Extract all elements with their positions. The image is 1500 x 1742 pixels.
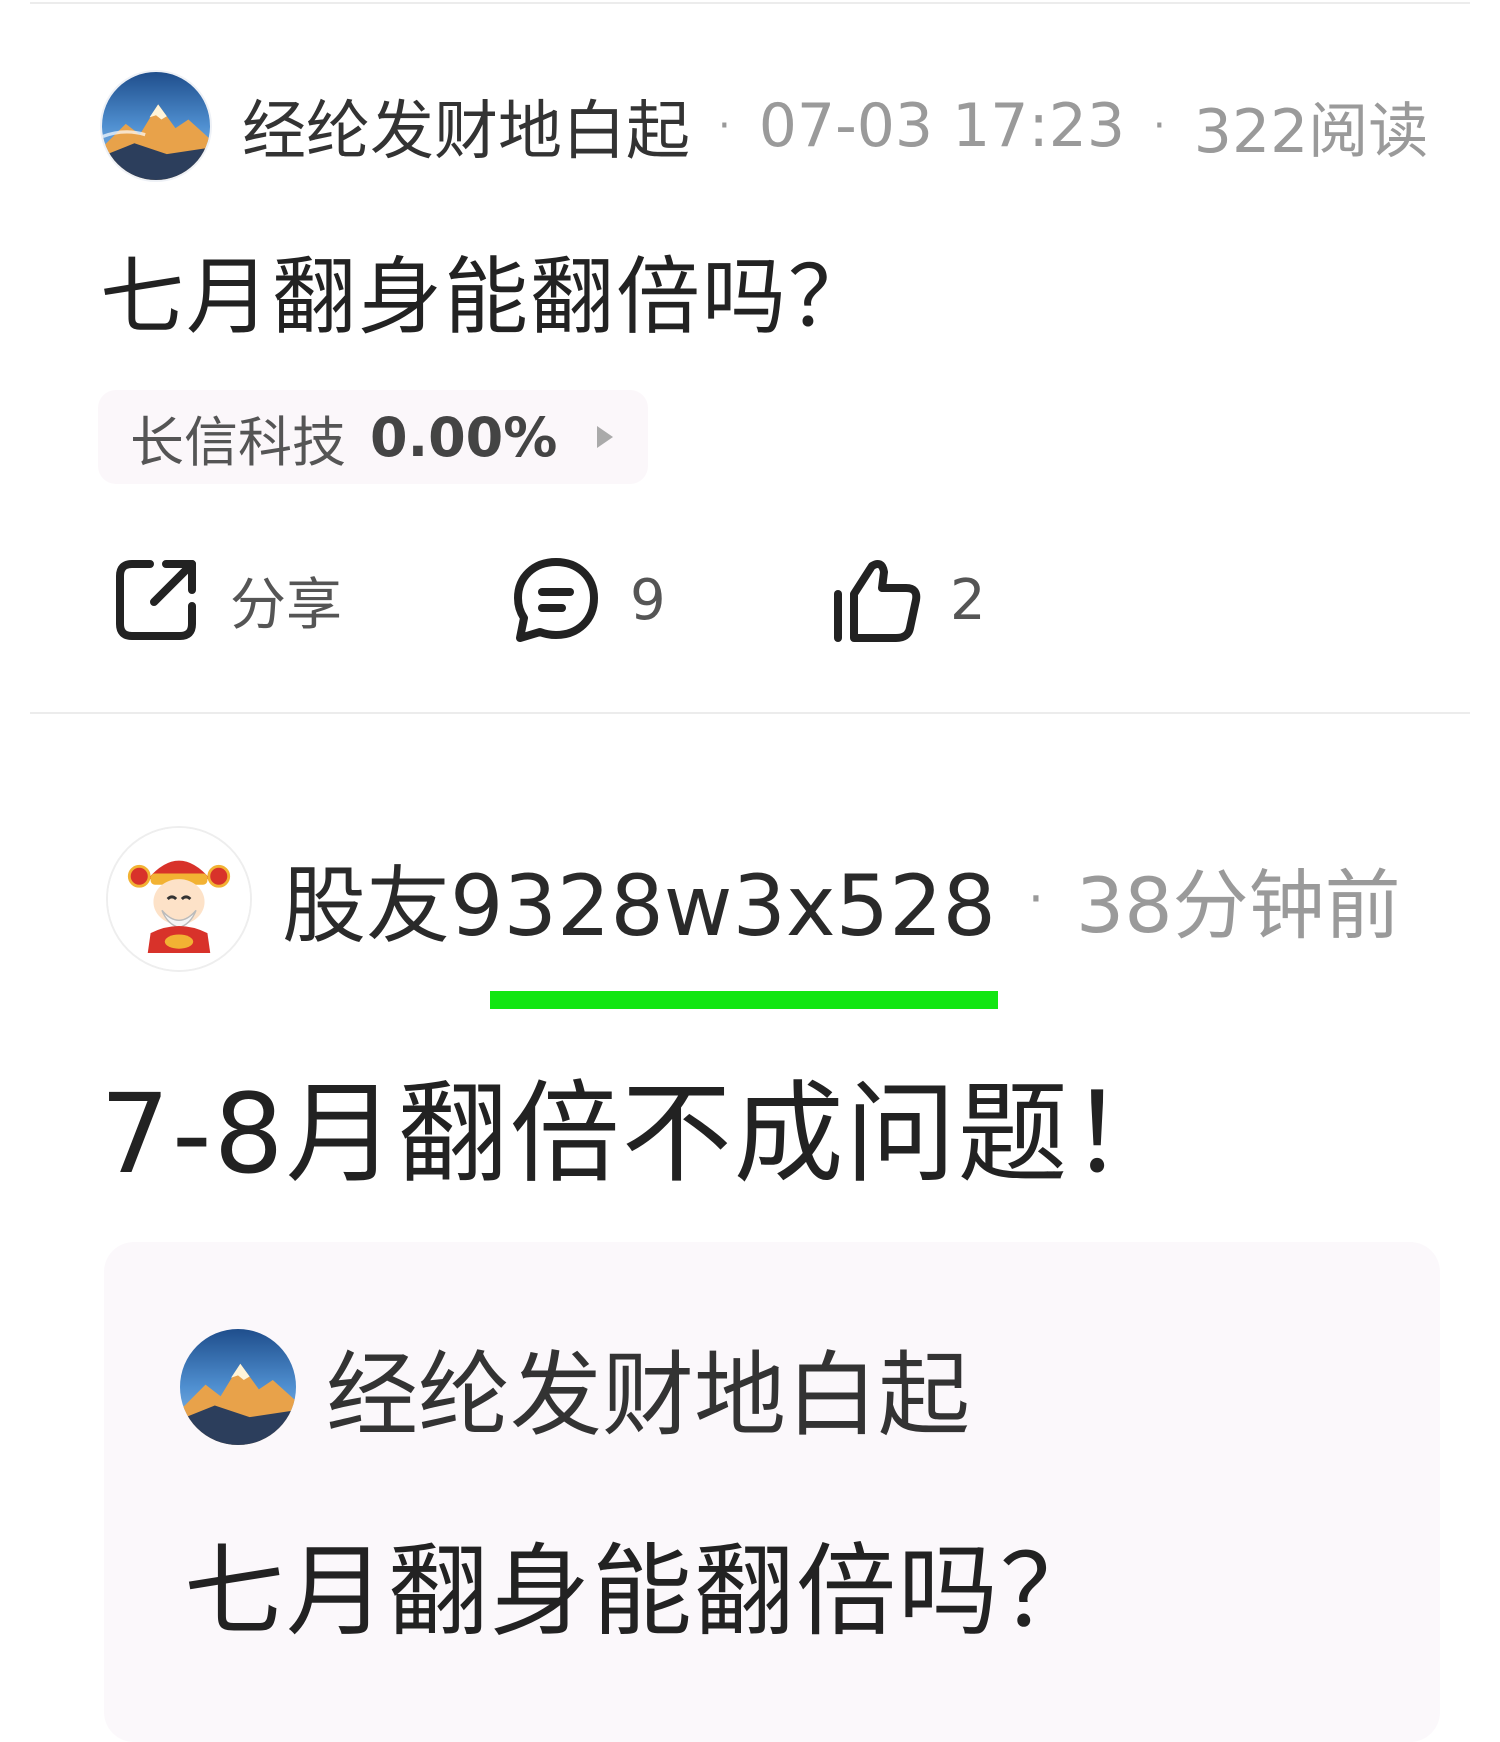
post-title[interactable]: 七月翻身能翻倍吗？	[100, 230, 874, 351]
post-read-count: 322阅读	[1193, 96, 1429, 167]
thumbs-up-icon	[834, 560, 921, 642]
post-time: 07-03 17:23	[758, 91, 1126, 161]
like-count: 2	[950, 567, 986, 633]
highlight-underline	[490, 991, 998, 1009]
comment-text: 7-8月翻倍不成问题！	[100, 1070, 1182, 1198]
quoted-author-row: 经纶发财地白起	[180, 1322, 970, 1452]
post-card[interactable]: 经纶发财地白起 · 07-03 17:23 · 322阅读 七月翻身能翻倍吗？ …	[0, 0, 1500, 712]
comment-item[interactable]: 股友9328w3x528 · 38分钟前 7-8月翻倍不成问题！ 经纶发财地白起…	[0, 714, 1500, 1742]
mountain-avatar-image	[180, 1329, 296, 1445]
post-author-avatar[interactable]	[100, 70, 212, 182]
like-button[interactable]: 2	[830, 550, 986, 650]
meta-separator: ·	[1027, 870, 1044, 928]
quoted-author-avatar	[180, 1329, 296, 1445]
post-author-row: 经纶发财地白起 · 07-03 17:23 · 322阅读	[100, 68, 1428, 184]
comment-icon	[514, 558, 598, 642]
share-icon	[116, 560, 196, 640]
meta-separator: ·	[718, 103, 731, 149]
comment-time: 38分钟前	[1075, 861, 1401, 950]
post-author-name[interactable]: 经纶发财地白起	[242, 80, 690, 172]
fortune-god-avatar-image	[108, 828, 250, 970]
quoted-post-title: 七月翻身能翻倍吗？	[184, 1533, 1102, 1650]
stock-change: 0.00%	[370, 405, 558, 469]
chevron-right-icon	[597, 426, 614, 448]
stock-chip[interactable]: 长信科技 0.00%	[98, 390, 648, 484]
share-button[interactable]: 分享	[110, 550, 342, 650]
quoted-post[interactable]: 经纶发财地白起 七月翻身能翻倍吗？	[104, 1242, 1440, 1742]
comment-button[interactable]: 9	[510, 550, 666, 650]
comment-count: 9	[630, 567, 666, 633]
comment-author-avatar[interactable]	[106, 826, 252, 972]
comment-author-name[interactable]: 股友9328w3x528	[282, 839, 996, 960]
meta-separator: ·	[1153, 103, 1166, 149]
mountain-avatar-image	[102, 72, 210, 180]
post-actions: 分享 9 2	[100, 550, 1400, 650]
quoted-author-name: 经纶发财地白起	[326, 1341, 971, 1449]
comment-author-row: 股友9328w3x528 · 38分钟前	[106, 824, 1401, 974]
stock-name: 长信科技	[130, 410, 346, 474]
share-label: 分享	[230, 572, 342, 638]
